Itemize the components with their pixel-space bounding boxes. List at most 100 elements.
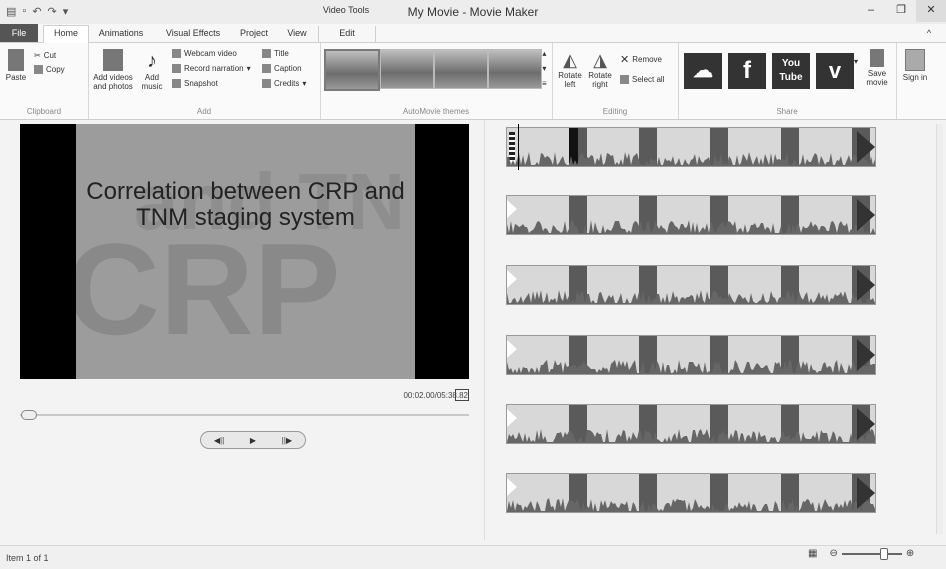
cut-button[interactable]: ✂ Cut xyxy=(34,51,56,60)
playhead[interactable] xyxy=(518,124,519,170)
storyboard-clip[interactable] xyxy=(506,195,876,235)
close-button[interactable]: ✕ xyxy=(916,0,946,22)
window-controls: – ❐ ✕ xyxy=(856,0,946,22)
storyboard-clip[interactable] xyxy=(506,265,876,305)
snapshot-label: Snapshot xyxy=(184,79,218,88)
title-label: Title xyxy=(274,49,289,58)
facebook-icon[interactable]: f xyxy=(728,53,766,89)
add-music-button[interactable]: ♪ Add music xyxy=(138,49,166,91)
save-movie-button[interactable]: Save movie xyxy=(862,49,892,87)
tab-visual-effects[interactable]: Visual Effects xyxy=(158,26,228,42)
save-movie-label: Save movie xyxy=(866,69,888,87)
zoom-out-icon[interactable]: ⊖ xyxy=(829,548,837,559)
thumbnail-size-icon[interactable]: ▦ xyxy=(808,548,817,559)
clip-start-marker-icon xyxy=(507,409,517,427)
maximize-button[interactable]: ❐ xyxy=(886,0,916,22)
fullscreen-icon[interactable] xyxy=(455,389,469,401)
caption-button[interactable]: Caption xyxy=(262,64,302,73)
clip-end-marker-icon xyxy=(857,477,875,509)
tab-home[interactable]: Home xyxy=(43,25,89,43)
sign-in-label: Sign in xyxy=(902,73,928,82)
tab-file[interactable]: File xyxy=(0,24,38,42)
zoom-slider-thumb[interactable] xyxy=(879,547,888,560)
theme-thumbnail[interactable] xyxy=(324,49,380,91)
title-button[interactable]: Title xyxy=(262,49,289,58)
next-frame-button[interactable]: ||▶ xyxy=(282,436,292,445)
clip-end-marker-icon xyxy=(857,131,875,163)
add-videos-label: Add videos and photos xyxy=(93,73,133,91)
storyboard-clip[interactable] xyxy=(506,127,876,167)
storyboard-scrollbar[interactable] xyxy=(936,124,943,534)
audio-waveform xyxy=(507,152,875,166)
rotate-left-button[interactable]: ◭ Rotate left xyxy=(556,49,584,89)
storyboard-clip[interactable] xyxy=(506,473,876,513)
snapshot-icon xyxy=(172,79,181,88)
previous-frame-button[interactable]: ◀|| xyxy=(214,436,224,445)
rotate-right-label: Rotate right xyxy=(588,71,612,89)
remove-button[interactable]: ✕ Remove xyxy=(620,53,662,66)
rotate-right-button[interactable]: ◮ Rotate right xyxy=(586,49,614,89)
save-movie-icon xyxy=(870,49,884,67)
theme-thumbnail[interactable] xyxy=(434,49,488,89)
dropdown-arrow-icon: ▾ xyxy=(246,64,251,73)
storyboard-clip[interactable] xyxy=(506,404,876,444)
sign-in-button[interactable]: Sign in xyxy=(900,49,930,82)
remove-label: Remove xyxy=(632,55,663,64)
video-preview[interactable]: and TN CRP Correlation between CRP and T… xyxy=(20,124,469,379)
webcam-icon xyxy=(172,49,181,58)
clip-end-marker-icon xyxy=(857,199,875,231)
share-more-arrow[interactable]: ▾ xyxy=(854,57,858,66)
theme-thumbnail[interactable] xyxy=(380,49,434,89)
audio-waveform xyxy=(507,498,875,512)
status-bar xyxy=(0,545,946,569)
tab-view[interactable]: View xyxy=(280,26,314,42)
caption-icon xyxy=(262,64,271,73)
automovie-themes-group: ▴ ▾ ≡ AutoMovie themes xyxy=(320,43,553,119)
rotate-left-label: Rotate left xyxy=(558,71,582,89)
onedrive-icon[interactable]: ☁ xyxy=(684,53,722,89)
vimeo-icon[interactable]: v xyxy=(816,53,854,89)
seek-thumb[interactable] xyxy=(21,410,37,420)
ribbon: Paste ✂ Cut Copy Clipboard Add videos and… xyxy=(0,43,946,120)
minimize-button[interactable]: – xyxy=(856,0,886,22)
audio-waveform xyxy=(507,429,875,443)
clipboard-group: Paste ✂ Cut Copy Clipboard xyxy=(0,43,89,119)
ribbon-tabs: File Home Animations Visual Effects Proj… xyxy=(0,24,946,43)
webcam-video-button[interactable]: Webcam video xyxy=(172,49,237,58)
narration-label: Record narration xyxy=(184,64,244,73)
paste-button[interactable]: Paste xyxy=(4,49,28,82)
add-videos-button[interactable]: Add videos and photos xyxy=(90,49,136,91)
zoom-controls: ▦ ⊖ ⊕ xyxy=(808,547,914,560)
storyboard-clip[interactable] xyxy=(506,335,876,375)
microphone-icon xyxy=(172,64,181,73)
tab-animations[interactable]: Animations xyxy=(92,26,150,42)
credits-button[interactable]: Credits ▾ xyxy=(262,79,306,88)
rotate-right-icon: ◮ xyxy=(593,50,607,70)
rotate-left-icon: ◭ xyxy=(563,50,577,70)
scroll-up-icon[interactable]: ▴ xyxy=(542,49,546,58)
more-icon[interactable]: ≡ xyxy=(542,79,547,88)
youtube-icon[interactable]: You Tube xyxy=(772,53,810,89)
collapse-ribbon-icon[interactable]: ^ xyxy=(922,26,936,42)
theme-thumbnail[interactable] xyxy=(488,49,542,89)
scroll-down-icon[interactable]: ▾ xyxy=(542,64,546,73)
seek-bar[interactable] xyxy=(20,414,469,416)
zoom-in-icon[interactable]: ⊕ xyxy=(906,548,914,559)
audio-waveform xyxy=(507,360,875,374)
audio-waveform xyxy=(507,220,875,234)
select-all-button[interactable]: Select all xyxy=(620,75,664,84)
tab-project[interactable]: Project xyxy=(232,26,276,42)
remove-x-icon: ✕ xyxy=(620,54,630,66)
user-icon xyxy=(905,49,925,71)
play-button[interactable]: ▶ xyxy=(250,436,256,445)
pane-divider[interactable] xyxy=(484,120,485,540)
music-note-icon: ♪ xyxy=(147,50,157,72)
add-music-label: Add music xyxy=(141,73,163,91)
record-narration-button[interactable]: Record narration ▾ xyxy=(172,64,251,73)
copy-button[interactable]: Copy xyxy=(34,65,65,74)
zoom-slider[interactable] xyxy=(841,547,902,560)
tab-edit[interactable]: Edit xyxy=(318,26,376,42)
snapshot-button[interactable]: Snapshot xyxy=(172,79,218,88)
theme-gallery-scroll[interactable]: ▴ ▾ ≡ xyxy=(542,49,547,88)
themes-group-label: AutoMovie themes xyxy=(402,107,470,116)
